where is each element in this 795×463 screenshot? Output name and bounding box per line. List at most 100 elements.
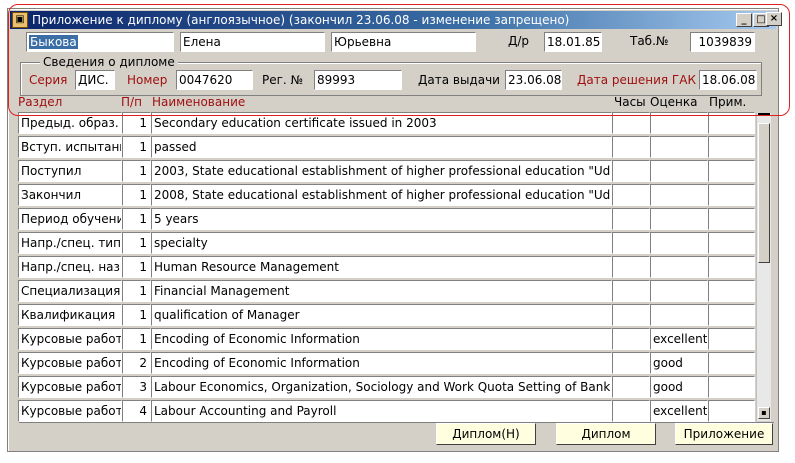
cell-pos[interactable]: 1: [122, 208, 151, 230]
cell-pos[interactable]: 1: [122, 328, 151, 350]
cell-hours[interactable]: [612, 376, 650, 398]
cell-section[interactable]: Напр./спец. тип: [18, 232, 122, 254]
cell-pos[interactable]: 1: [122, 280, 151, 302]
number-field[interactable]: 0047620: [176, 70, 253, 90]
cell-note[interactable]: [708, 352, 755, 374]
cell-note[interactable]: [708, 160, 755, 182]
cell-section[interactable]: Вступ. испытани: [18, 136, 122, 158]
cell-hours[interactable]: [612, 328, 650, 350]
cell-note[interactable]: [708, 304, 755, 326]
cell-name[interactable]: Labour Economics, Organization, Sociolog…: [151, 376, 612, 398]
cell-grade[interactable]: excellent: [650, 400, 708, 422]
cell-hours[interactable]: [612, 256, 650, 278]
cell-note[interactable]: [708, 136, 755, 158]
cell-note[interactable]: [708, 112, 755, 134]
cell-grade[interactable]: [650, 304, 708, 326]
col-header-name[interactable]: Наименование: [152, 95, 245, 109]
cell-hours[interactable]: [612, 232, 650, 254]
col-header-pos[interactable]: П/п: [121, 95, 142, 109]
cell-pos[interactable]: 2: [122, 352, 151, 374]
cell-hours[interactable]: [612, 208, 650, 230]
cell-hours[interactable]: [612, 136, 650, 158]
cell-hours[interactable]: [612, 184, 650, 206]
cell-pos[interactable]: 4: [122, 400, 151, 422]
cell-section[interactable]: Период обучени:: [18, 208, 122, 230]
first-name-field[interactable]: Елена: [180, 32, 325, 52]
cell-name[interactable]: Labour Accounting and Payroll: [151, 400, 612, 422]
cell-note[interactable]: [708, 328, 755, 350]
cell-pos[interactable]: 1: [122, 160, 151, 182]
cell-pos[interactable]: 1: [122, 232, 151, 254]
cell-pos[interactable]: 1: [122, 112, 151, 134]
dob-field[interactable]: 18.01.85: [544, 32, 602, 52]
cell-grade[interactable]: good: [650, 376, 708, 398]
cell-grade[interactable]: good: [650, 352, 708, 374]
cell-grade[interactable]: [650, 160, 708, 182]
cell-section[interactable]: Курсовые работь: [18, 376, 122, 398]
vertical-scrollbar[interactable]: ▪: [756, 113, 771, 421]
scroll-up-icon[interactable]: [758, 113, 770, 121]
cell-section[interactable]: Курсовые работь: [18, 328, 122, 350]
issue-date-field[interactable]: 23.06.08: [505, 70, 562, 90]
cell-name[interactable]: specialty: [151, 232, 612, 254]
cell-pos[interactable]: 1: [122, 256, 151, 278]
gak-date-field[interactable]: 18.06.08: [699, 70, 757, 90]
cell-note[interactable]: [708, 280, 755, 302]
reg-number-field[interactable]: 89993: [314, 70, 402, 90]
cell-grade[interactable]: [650, 208, 708, 230]
cell-pos[interactable]: 1: [122, 304, 151, 326]
col-header-section[interactable]: Раздел: [18, 95, 62, 109]
cell-name[interactable]: Financial Management: [151, 280, 612, 302]
cell-grade[interactable]: excellent: [650, 328, 708, 350]
scroll-thumb[interactable]: [758, 123, 770, 263]
cell-name[interactable]: Secondary education certificate issued i…: [151, 112, 612, 134]
col-header-hours[interactable]: Часы: [614, 95, 646, 109]
diploma-h-button[interactable]: Диплом(Н): [436, 423, 536, 445]
cell-hours[interactable]: [612, 160, 650, 182]
cell-hours[interactable]: [612, 304, 650, 326]
tab-number-field[interactable]: 1039839: [690, 32, 755, 52]
cell-name[interactable]: passed: [151, 136, 612, 158]
cell-name[interactable]: 2008, State educational establishment of…: [151, 184, 612, 206]
cell-section[interactable]: Специализация: [18, 280, 122, 302]
cell-section[interactable]: Напр./спец. назв: [18, 256, 122, 278]
cell-note[interactable]: [708, 232, 755, 254]
cell-grade[interactable]: [650, 112, 708, 134]
cell-pos[interactable]: 1: [122, 136, 151, 158]
col-header-grade[interactable]: Оценка: [650, 95, 697, 109]
cell-section[interactable]: Курсовые работь: [18, 400, 122, 422]
cell-note[interactable]: [708, 208, 755, 230]
diploma-button[interactable]: Диплом: [556, 423, 656, 445]
last-name-field[interactable]: Быкова: [26, 32, 174, 52]
cell-note[interactable]: [708, 256, 755, 278]
appendix-button[interactable]: Приложение: [675, 423, 773, 445]
series-field[interactable]: ДИС.: [75, 70, 115, 90]
cell-name[interactable]: qualification of Manager: [151, 304, 612, 326]
cell-section[interactable]: Квалификация: [18, 304, 122, 326]
cell-grade[interactable]: [650, 280, 708, 302]
cell-section[interactable]: Поступил: [18, 160, 122, 182]
minimize-icon[interactable]: _: [736, 13, 752, 27]
cell-grade[interactable]: [650, 256, 708, 278]
cell-hours[interactable]: [612, 400, 650, 422]
cell-note[interactable]: [708, 400, 755, 422]
cell-name[interactable]: Encoding of Economic Information: [151, 328, 612, 350]
patronymic-field[interactable]: Юрьевна: [331, 32, 476, 52]
close-icon[interactable]: ×: [766, 12, 782, 26]
cell-pos[interactable]: 1: [122, 184, 151, 206]
cell-section[interactable]: Курсовые работь: [18, 352, 122, 374]
cell-note[interactable]: [708, 184, 755, 206]
col-header-note[interactable]: Прим.: [709, 95, 746, 109]
cell-pos[interactable]: 3: [122, 376, 151, 398]
cell-section[interactable]: Закончил: [18, 184, 122, 206]
cell-hours[interactable]: [612, 352, 650, 374]
cell-name[interactable]: Encoding of Economic Information: [151, 352, 612, 374]
cell-grade[interactable]: [650, 232, 708, 254]
cell-hours[interactable]: [612, 112, 650, 134]
cell-name[interactable]: 2003, State educational establishment of…: [151, 160, 612, 182]
title-bar[interactable]: ▣ Приложение к диплому (англоязычное) (з…: [10, 11, 776, 29]
cell-hours[interactable]: [612, 280, 650, 302]
cell-name[interactable]: Human Resource Management: [151, 256, 612, 278]
cell-section[interactable]: Предыд. образ.: [18, 112, 122, 134]
cell-grade[interactable]: [650, 136, 708, 158]
